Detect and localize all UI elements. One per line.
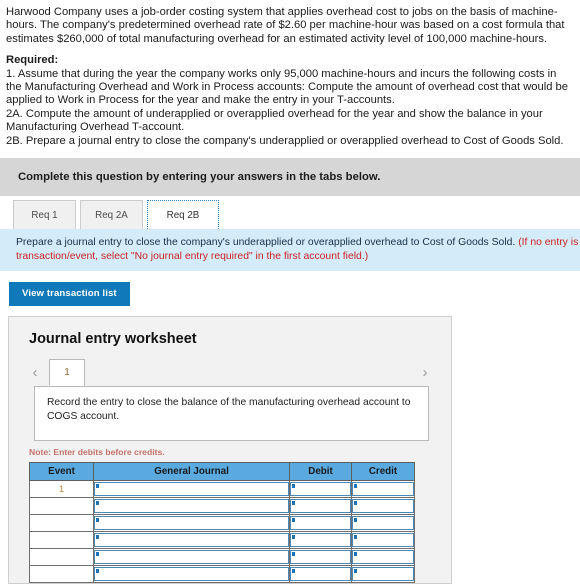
debit-cell[interactable] (289, 480, 352, 499)
journal-entry-table: Event General Journal Debit Credit 1 (29, 462, 415, 584)
problem-paragraph-1: Harwood Company uses a job-order costing… (6, 6, 565, 45)
table-row (29, 548, 415, 567)
debit-input[interactable] (290, 516, 351, 531)
debits-before-credits-note: Note: Enter debits before credits. (29, 447, 165, 458)
credit-input[interactable] (352, 499, 414, 514)
tab-req-2a-label: Req 2A (95, 209, 128, 221)
tab-req-2b[interactable]: Req 2B (147, 200, 219, 230)
tab-req-1-label: Req 1 (31, 209, 58, 221)
general-journal-input[interactable] (94, 499, 289, 514)
general-journal-cell[interactable] (93, 514, 290, 533)
debit-input[interactable] (290, 482, 351, 497)
transaction-button-row: View transaction list (0, 271, 580, 307)
event-cell (29, 497, 94, 516)
debit-input[interactable] (290, 567, 351, 582)
worksheet-prompt: Record the entry to close the balance of… (34, 386, 429, 442)
table-row (29, 565, 415, 584)
column-header-credit: Credit (351, 462, 415, 482)
worksheet-title: Journal entry worksheet (29, 331, 197, 348)
instruction-band: Complete this question by entering your … (0, 158, 580, 197)
worksheet-page-tab-1[interactable]: 1 (49, 359, 85, 387)
question-instructions-line-1: Prepare a journal entry to close the com… (16, 236, 580, 250)
tab-req-2a[interactable]: Req 2A (80, 200, 143, 230)
journal-entry-worksheet-panel: Journal entry worksheet ‹ 1 › Record the… (8, 316, 452, 584)
general-journal-input[interactable] (94, 567, 289, 582)
table-header-row: Event General Journal Debit Credit (29, 462, 415, 482)
event-cell (29, 548, 94, 567)
credit-input[interactable] (352, 550, 414, 565)
problem-statement: Harwood Company uses a job-order costing… (0, 0, 580, 148)
general-journal-input[interactable] (94, 533, 289, 548)
debit-cell[interactable] (289, 531, 352, 550)
view-transaction-list-button[interactable]: View transaction list (9, 282, 130, 307)
debit-input[interactable] (290, 550, 351, 565)
tab-req-1[interactable]: Req 1 (13, 200, 76, 230)
general-journal-cell[interactable] (93, 480, 290, 499)
requirement-2b: 2B. Prepare a journal entry to close the… (6, 134, 564, 147)
event-cell (29, 514, 94, 533)
event-cell: 1 (29, 480, 94, 499)
event-cell (29, 565, 94, 584)
general-journal-cell[interactable] (93, 497, 290, 516)
general-journal-cell[interactable] (93, 531, 290, 550)
chevron-right-icon[interactable]: › (417, 365, 433, 380)
credit-cell[interactable] (351, 497, 415, 516)
general-journal-input[interactable] (94, 516, 289, 531)
instruction-band-text: Complete this question by entering your … (18, 171, 381, 184)
debit-cell[interactable] (289, 497, 352, 516)
debit-cell[interactable] (289, 514, 352, 533)
credit-cell[interactable] (351, 531, 415, 550)
question-instructions-main: Prepare a journal entry to close the com… (16, 237, 519, 249)
column-header-general-journal: General Journal (93, 462, 290, 482)
question-instructions: Prepare a journal entry to close the com… (0, 229, 580, 272)
question-instructions-red-1: (If no entry is requir (518, 237, 580, 249)
general-journal-cell[interactable] (93, 548, 290, 567)
worksheet-page-number: 1 (64, 367, 70, 379)
debit-cell[interactable] (289, 565, 352, 584)
required-label: Required: (6, 54, 59, 67)
event-cell (29, 531, 94, 550)
table-row: 1 (29, 480, 415, 499)
tab-strip: Req 1 Req 2A Req 2B (0, 196, 580, 230)
question-instructions-line-2: transaction/event, select "No journal en… (16, 250, 369, 262)
general-journal-cell[interactable] (93, 565, 290, 584)
credit-input[interactable] (352, 533, 414, 548)
tab-req-2b-label: Req 2B (166, 209, 200, 221)
requirement-1: 1. Assume that during the year the compa… (6, 67, 568, 107)
credit-cell[interactable] (351, 565, 415, 584)
requirement-2a: 2A. Compute the amount of underapplied o… (6, 107, 543, 134)
table-row (29, 497, 415, 516)
credit-input[interactable] (352, 516, 414, 531)
debit-cell[interactable] (289, 548, 352, 567)
chevron-left-icon[interactable]: ‹ (27, 365, 43, 380)
worksheet-pager: ‹ 1 › (9, 359, 451, 387)
column-header-event: Event (29, 462, 94, 482)
table-row (29, 514, 415, 533)
column-header-debit: Debit (289, 462, 352, 482)
journal-table-wrapper: Event General Journal Debit Credit 1 (9, 462, 451, 584)
credit-cell[interactable] (351, 548, 415, 567)
general-journal-input[interactable] (94, 550, 289, 565)
table-row (29, 531, 415, 550)
credit-cell[interactable] (351, 480, 415, 499)
credit-input[interactable] (352, 567, 414, 582)
general-journal-input[interactable] (94, 482, 289, 497)
credit-input[interactable] (352, 482, 414, 497)
debit-input[interactable] (290, 499, 351, 514)
credit-cell[interactable] (351, 514, 415, 533)
debit-input[interactable] (290, 533, 351, 548)
